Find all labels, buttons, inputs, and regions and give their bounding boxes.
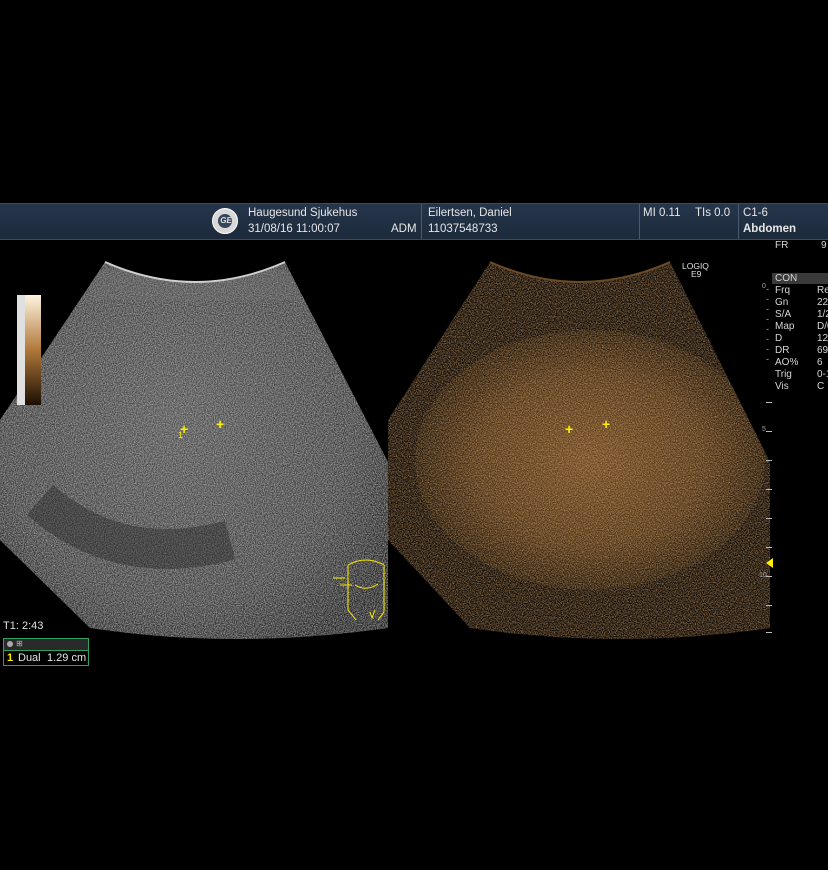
param-label: Gn <box>775 297 789 308</box>
measurement-type: Dual <box>18 652 41 664</box>
depth-label: 0 <box>762 283 766 290</box>
caliper-index-label: 1 <box>178 430 184 440</box>
hospital-name: Haugesund Sjukehus <box>248 207 358 219</box>
param-label: S/A <box>775 309 792 320</box>
measurement-result-box: ⊞ 1 Dual 1.29 cm <box>3 638 89 666</box>
exam-datetime: 31/08/16 11:00:07 <box>248 223 340 235</box>
system-model: E9 <box>691 269 702 279</box>
ge-logo-icon: GE <box>212 208 238 234</box>
patient-header-bar: GE Haugesund Sjukehus 31/08/16 11:00:07 … <box>0 203 828 240</box>
ultrasound-image-area <box>0 261 770 639</box>
patient-name: Eilertsen, Daniel <box>428 207 512 219</box>
caliper-cross-right[interactable]: + <box>216 417 224 431</box>
measurement-value: 1.29 cm <box>47 652 87 664</box>
param-value: 69 <box>817 345 828 356</box>
measurement-dot-icon <box>7 641 13 647</box>
color-map-bar <box>25 295 41 405</box>
probe-name: C1-6 <box>743 207 768 219</box>
thermal-index: TIs 0.0 <box>695 207 731 219</box>
measurement-header: ⊞ <box>4 639 88 651</box>
param-value: 1/2 <box>817 309 828 320</box>
param-label: Frq <box>775 285 790 296</box>
depth-scale: 0 5 10 <box>759 283 776 636</box>
caliper-cross-right-contrast[interactable]: + <box>602 417 610 431</box>
patient-id: 11037548733 <box>428 223 498 235</box>
param-label: Vis <box>775 381 789 392</box>
param-label: D <box>775 333 783 344</box>
frame-rate-value: 9 <box>821 240 827 251</box>
bmode-image <box>0 262 388 639</box>
timer-readout: T1: 2:43 <box>3 620 44 632</box>
param-value: D/0 <box>817 321 828 332</box>
param-value: 0-1 <box>817 369 828 380</box>
param-value: Res <box>817 285 828 296</box>
param-value: C <box>817 381 825 392</box>
param-value: 12.0 <box>817 333 828 344</box>
contrast-image <box>388 262 770 639</box>
measurement-tool-icon: ⊞ <box>16 639 23 648</box>
param-label: Trig <box>775 369 792 380</box>
operator-id: ADM <box>391 223 417 235</box>
mechanical-index: MI 0.11 <box>643 207 681 219</box>
focus-marker-icon[interactable] <box>766 558 773 568</box>
param-label: AO% <box>775 357 799 368</box>
caliper-cross-left-contrast[interactable]: + <box>565 422 573 436</box>
param-value: 22 <box>817 297 828 308</box>
param-label: Map <box>775 321 795 332</box>
exam-preset: Abdomen <box>743 223 797 235</box>
frame-rate-label: FR <box>775 240 789 251</box>
param-label: DR <box>775 345 790 356</box>
param-value: 6 <box>817 357 823 368</box>
gray-map-bar <box>17 295 25 405</box>
imaging-parameters-panel: FR 9 CON Frq Res Gn 22 S/A 1/2 Map D/0 D 12.0… <box>772 240 828 400</box>
mode-label: CON <box>775 273 798 284</box>
measurement-index: 1 <box>7 652 14 664</box>
